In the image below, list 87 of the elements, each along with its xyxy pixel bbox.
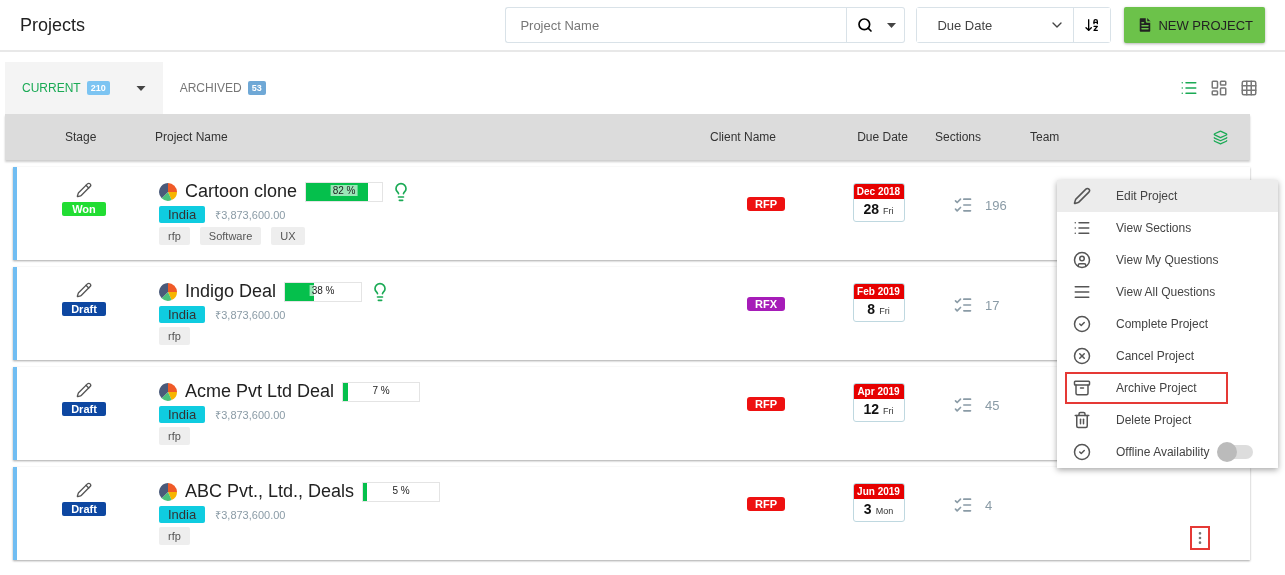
progress-bar: 5 % [362,481,441,502]
column-header: Due Date [857,130,908,144]
archive-icon [1073,379,1091,397]
column-header: Sections [935,130,982,144]
list-icon [1073,219,1091,237]
toggle-switch[interactable] [1218,445,1253,459]
pie-chart-icon [159,282,177,301]
project-name[interactable]: Cartoon clone [185,181,298,202]
stage-label: Draft [62,502,106,516]
tag: rfp [159,227,190,245]
caret-icon [135,85,146,91]
pencil-icon [1073,187,1091,205]
amount: ₹3,873,600.00 [215,408,286,422]
menu-item[interactable]: Delete Project [1057,404,1278,436]
caret-icon [887,22,897,28]
progress-bar: 7 % [342,381,421,402]
tag: rfp [159,327,190,345]
tag: UX [271,227,305,245]
amount: ₹3,873,600.00 [215,308,286,322]
due-date-card: Feb 2019 8 Fri [852,283,905,322]
column-header: Stage [64,130,97,144]
amount: ₹3,873,600.00 [215,508,286,522]
pie-chart-icon [159,382,177,401]
edit-icon[interactable] [76,482,92,498]
section-count: 45 [985,397,1000,413]
new-project-button[interactable]: NEW PROJECT [1124,7,1265,43]
menu-item[interactable]: Archive Project [1065,372,1228,404]
menu-item[interactable]: Complete Project [1057,308,1278,340]
check-circle-icon [1073,443,1091,461]
project-name[interactable]: Acme Pvt Ltd Deal [185,381,335,402]
menu-item[interactable]: View My Questions [1057,244,1278,276]
search-options-button[interactable] [883,7,906,43]
region-tag: India [159,406,206,423]
client-label: RFX [747,297,785,311]
column-header: Project Name [155,130,228,144]
stage-label: Won [62,202,106,216]
sections-icon [953,495,973,515]
search-icon [857,17,874,33]
project-name[interactable]: Indigo Deal [185,281,277,302]
sections-icon [953,395,973,415]
user-icon [1073,251,1091,269]
tag: rfp [159,427,190,445]
region-tag: India [159,506,206,523]
column-header: Client Name [710,130,777,144]
grid-view-icon[interactable] [1240,79,1258,97]
tag: Software [199,227,262,245]
edit-icon[interactable] [76,282,92,298]
due-date-card: Apr 2019 12 Fri [852,383,905,422]
project-name[interactable]: ABC Pvt., Ltd., Deals [185,481,355,502]
column-header: Team [1030,130,1060,144]
edit-icon[interactable] [76,182,92,198]
menu-item[interactable]: Offline Availability [1057,436,1278,468]
menu-item[interactable]: View Sections [1057,212,1278,244]
due-date-card: Jun 2019 3 Mon [852,483,905,522]
due-date-card: Dec 2018 28 Fri [852,183,905,222]
menu-item[interactable]: View All Questions [1057,276,1278,308]
client-label: RFP [747,497,785,511]
menu-item[interactable]: Cancel Project [1057,340,1278,372]
pie-chart-icon [159,182,177,201]
check-circle-icon [1073,315,1091,333]
client-label: RFP [747,397,785,411]
trash-icon [1073,411,1091,429]
section-count: 17 [985,297,1000,313]
stage-label: Draft [62,402,106,416]
region-tag: India [159,306,206,323]
x-circle-icon [1073,347,1091,365]
sections-icon [953,195,973,215]
section-count: 4 [985,497,993,513]
pie-chart-icon [159,482,177,501]
amount: ₹3,873,600.00 [215,208,286,222]
page-title: Projects [20,14,87,36]
sections-icon [953,295,973,315]
dashboard-view-icon[interactable] [1210,79,1228,97]
list-view-icon[interactable] [1180,79,1198,97]
section-count: 196 [985,197,1007,213]
edit-icon[interactable] [76,382,92,398]
lines-icon [1073,283,1091,301]
client-label: RFP [747,197,785,211]
search-button[interactable] [846,7,884,43]
progress-bar: 82 % [305,181,384,202]
progress-bar: 38 % [284,281,363,302]
region-tag: India [159,206,206,223]
search-field[interactable]: Project Name [505,7,847,43]
tag: rfp [159,527,190,545]
more-button[interactable] [1190,526,1210,550]
menu-item[interactable]: Edit Project [1057,180,1278,212]
stage-label: Draft [62,302,106,316]
